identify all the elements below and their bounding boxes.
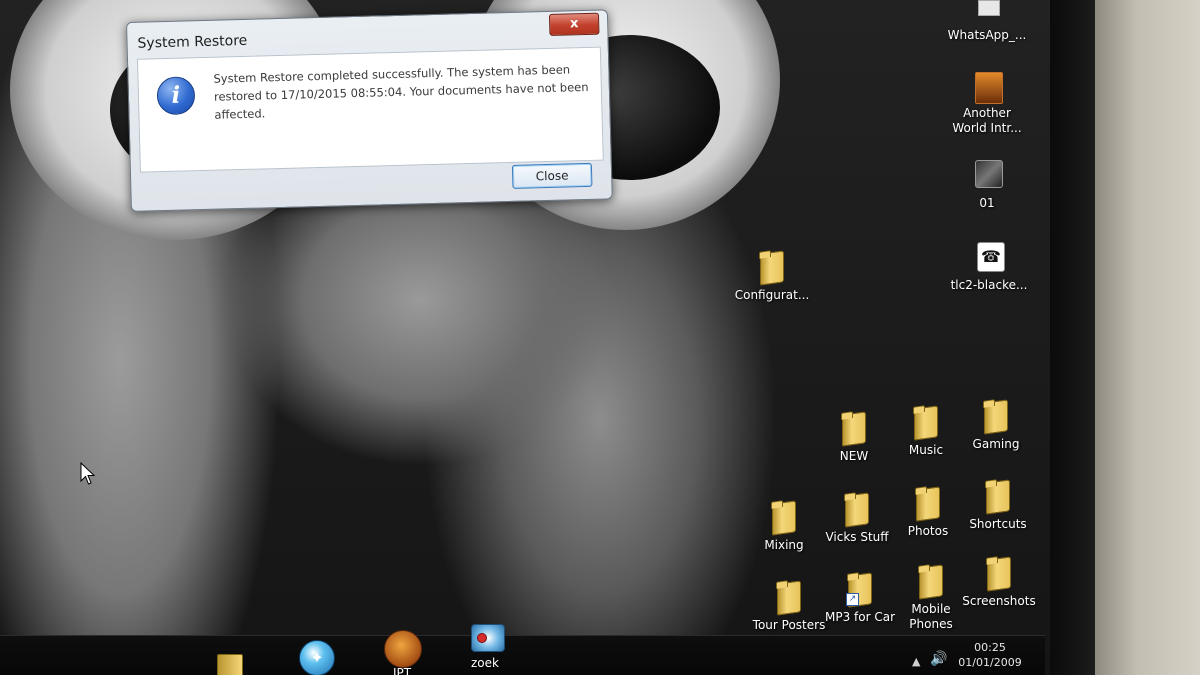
folder-icon xyxy=(760,250,784,286)
folder-icon xyxy=(984,399,1008,435)
taskbar-item-label: zoek xyxy=(471,656,499,670)
folder-icon xyxy=(842,411,866,447)
folder-icon xyxy=(919,564,943,600)
taskbar-item-folder[interactable] xyxy=(197,636,257,675)
ipt-icon xyxy=(384,630,422,668)
speaker-icon[interactable]: 🔊 xyxy=(930,651,947,667)
dialog-message: System Restore completed successfully. T… xyxy=(213,62,589,122)
taskbar-item-zoek[interactable]: zoek xyxy=(455,624,515,675)
phone-icon: ☎ xyxy=(977,242,1005,272)
taskbar-item-label: IPT xyxy=(392,666,412,675)
desktop: System Restore x i System Restore comple… xyxy=(0,0,1050,675)
folder-icon xyxy=(916,486,940,522)
tray-clock[interactable]: 00:25 01/01/2009 xyxy=(955,640,1025,670)
desktop-icon-configurat[interactable]: Configurat... xyxy=(730,250,814,303)
desktop-icon-screenshots[interactable]: Screenshots xyxy=(957,556,1041,609)
desktop-icon-label: Gaming xyxy=(972,437,1020,451)
desktop-icon-gaming[interactable]: Gaming xyxy=(954,399,1038,452)
desktop-icon-another-world[interactable]: Another World Intr... xyxy=(945,72,1029,136)
dialog-body: i System Restore completed successfully.… xyxy=(136,46,604,173)
desktop-icon-label: Configurat... xyxy=(734,288,810,302)
shortcut-arrow-icon: ↗ xyxy=(846,593,859,606)
monitor-bezel xyxy=(1050,0,1095,675)
system-restore-dialog: System Restore x i System Restore comple… xyxy=(126,9,613,212)
desktop-icon-label: Another World Intr... xyxy=(952,106,1022,135)
folder-icon xyxy=(987,556,1011,592)
folder-icon xyxy=(777,580,801,616)
background-wall xyxy=(1095,0,1200,675)
desktop-icon-label: Screenshots xyxy=(962,594,1036,608)
close-icon[interactable]: x xyxy=(548,12,600,36)
desktop-icon-label: Shortcuts xyxy=(969,517,1027,531)
folder-icon xyxy=(772,500,796,536)
clock-time: 00:25 xyxy=(974,641,1006,654)
desktop-icon-mixing[interactable]: Mixing xyxy=(742,500,826,553)
desktop-icon-label: Mixing xyxy=(764,538,804,552)
game-icon xyxy=(975,72,1003,104)
video-file-icon xyxy=(975,160,1003,188)
info-icon: i xyxy=(156,76,196,116)
desktop-icon-tlc2[interactable]: ☎ tlc2-blacke... xyxy=(947,242,1031,293)
file-icon xyxy=(978,0,1000,16)
desktop-icon-shortcuts[interactable]: Shortcuts xyxy=(956,479,1040,532)
close-button[interactable]: Close xyxy=(511,162,593,189)
tray-expand-icon[interactable]: ▲ xyxy=(912,655,920,668)
clock-date: 01/01/2009 xyxy=(958,656,1022,669)
taskbar-item-ipt[interactable]: IPT xyxy=(372,630,432,675)
desktop-icon-label: Mobile Phones xyxy=(909,602,953,631)
folder-icon xyxy=(845,492,869,528)
desktop-icon-whatsapp[interactable]: WhatsApp_... xyxy=(945,0,1029,43)
taskbar: ✦ IPT zoek xyxy=(0,624,1045,675)
desktop-icon-label: 01 xyxy=(979,196,995,210)
folder-icon xyxy=(986,479,1010,515)
dialog-title: System Restore xyxy=(137,32,248,52)
taskbar-item-blue-app[interactable]: ✦ xyxy=(287,636,347,675)
folder-icon xyxy=(914,405,938,441)
desktop-icon-01[interactable]: 01 xyxy=(945,160,1029,211)
badge-icon xyxy=(477,633,487,643)
folder-icon xyxy=(217,654,243,675)
mouse-cursor-icon xyxy=(80,462,96,485)
desktop-icon-label: tlc2-blacke... xyxy=(950,278,1028,292)
app-icon: ✦ xyxy=(299,640,335,675)
